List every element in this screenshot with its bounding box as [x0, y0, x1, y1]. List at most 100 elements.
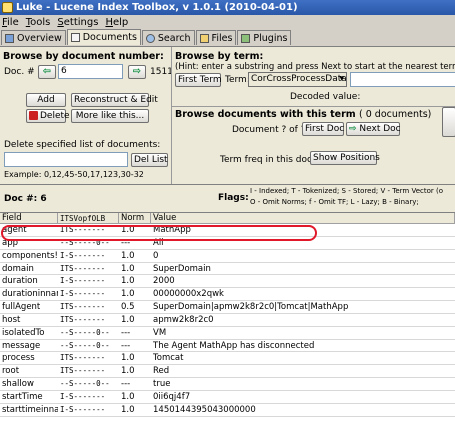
menu-bar: File Tools Settings Help	[0, 15, 455, 29]
field-name-cell: process	[2, 353, 35, 364]
tab-plugins[interactable]: Plugins	[237, 30, 292, 45]
value-cell: The Agent MathApp has disconnected	[153, 340, 315, 351]
next-doc-arrow-icon[interactable]: ⇨	[128, 65, 146, 79]
table-row[interactable]: isolatedTo --S-----0-- --- VM	[0, 327, 455, 340]
flags-cell: ITS-------	[60, 263, 106, 273]
menu-help[interactable]: Help	[105, 17, 128, 28]
table-row[interactable]: fullAgent ITS------- 0.5 SuperDomain|apmw2k…	[0, 301, 455, 314]
table-row[interactable]: startTime I-S------- 1.0 0ii6qj4f7	[0, 391, 455, 404]
next-arrow-icon: ⇨	[349, 124, 357, 134]
doc-number-input[interactable]: 6	[58, 64, 123, 79]
norm-cell: 1.0	[121, 314, 135, 325]
norm-cell: 1.0	[121, 289, 135, 300]
reconstruct-edit-button[interactable]: Reconstruct & Edit	[71, 93, 158, 107]
delete-list-example: Example: 0,12,45-50,17,123,30-32	[4, 170, 144, 179]
document-header-bar: Doc #: 6 Flags: I - Indexed; T - Tokeniz…	[0, 184, 455, 213]
tab-bar: Overview Documents Search Files Plugins	[0, 29, 455, 46]
table-row[interactable]: process ITS------- 1.0 Tomcat	[0, 352, 455, 366]
next-doc-button[interactable]: ⇨ Next Doc	[346, 122, 401, 136]
flags-cell: --S-----0--	[60, 327, 110, 337]
add-button[interactable]: Add	[26, 93, 66, 107]
table-row[interactable]: starttimeinna I-S------- 1.0 14501443950430…	[0, 404, 455, 417]
value-cell: 0	[153, 250, 159, 261]
value-cell: MathApp	[153, 225, 191, 235]
term-label: Term:	[225, 75, 250, 85]
menu-file[interactable]: File	[2, 17, 19, 28]
delete-list-input[interactable]	[4, 152, 128, 167]
value-cell: SuperDomain|apmw2k8r2c0|Tomcat|MathApp	[153, 302, 349, 313]
tab-files[interactable]: Files	[195, 30, 237, 45]
norm-cell: ---	[121, 327, 131, 338]
column-header-flags[interactable]: ITSVopfOLB	[58, 213, 119, 224]
value-cell: 00000000x2qwk	[153, 289, 224, 300]
first-doc-button[interactable]: First Doc	[302, 122, 344, 136]
overview-icon	[5, 33, 14, 43]
term-text-input[interactable]	[350, 72, 455, 87]
table-row[interactable]: shallow --S-----0-- --- true	[0, 378, 455, 391]
doc-max-label: 1511	[150, 67, 173, 77]
del-list-button[interactable]: Del List	[131, 153, 168, 167]
decoded-value-label: Decoded value:	[290, 92, 361, 102]
norm-cell: 1.0	[121, 263, 135, 274]
norm-cell: 1.0	[121, 276, 135, 287]
delete-button[interactable]: Delete	[26, 109, 70, 123]
term-field-select[interactable]: CorCrossProcessData ▾	[248, 72, 347, 87]
table-row[interactable]: message --S-----0-- --- The Agent MathApp h…	[0, 340, 455, 353]
side-action-button[interactable]	[442, 107, 455, 137]
norm-cell: 1.0	[121, 250, 135, 261]
column-header-value[interactable]: Value	[151, 213, 455, 224]
more-like-this-button[interactable]: More like this...	[71, 109, 149, 123]
documents-panel: Browse by document number: Doc. # 0 ⇦ 6 …	[0, 46, 455, 423]
tab-documents[interactable]: Documents	[66, 29, 141, 45]
first-term-button[interactable]: First Term	[175, 73, 222, 87]
norm-cell: 1.0	[121, 404, 135, 415]
flags-cell: I-S-------	[60, 289, 106, 299]
table-row[interactable]: duration I-S------- 1.0 2000	[0, 275, 455, 289]
delete-list-label: Delete specified list of documents:	[4, 140, 161, 150]
flags-cell: ITS-------	[60, 225, 106, 234]
norm-cell: 1.0	[121, 225, 135, 235]
flags-label: Flags:	[218, 193, 249, 203]
tab-search[interactable]: Search	[141, 30, 195, 45]
field-name-cell: fullAgent	[2, 302, 41, 313]
document-of-label: Document ? of ?	[232, 125, 306, 135]
value-cell: apmw2k8r2c0	[153, 314, 214, 325]
flags-cell: I-S-------	[60, 404, 106, 414]
flags-cell: ITS-------	[60, 353, 106, 363]
column-header-norm[interactable]: Norm	[119, 213, 151, 224]
divider	[172, 106, 455, 107]
table-row[interactable]: agent ITS------- 1.0 MathApp	[0, 224, 455, 237]
table-body: agent ITS------- 1.0 MathApp app --S-----0-- -…	[0, 224, 455, 417]
norm-cell: 0.5	[121, 302, 135, 313]
table-row[interactable]: root ITS------- 1.0 Red	[0, 365, 455, 379]
table-row[interactable]: domain ITS------- 1.0 SuperDomain	[0, 263, 455, 276]
browse-by-doc-panel: Browse by document number: Doc. # 0 ⇦ 6 …	[0, 47, 173, 184]
value-cell: 1450144395043000000	[153, 404, 256, 415]
value-cell: true	[153, 379, 171, 390]
value-cell: 0ii6qj4f7	[153, 391, 191, 402]
table-row[interactable]: app --S-----0-- --- All	[0, 237, 455, 250]
table-row[interactable]: host ITS------- 1.0 apmw2k8r2c0	[0, 314, 455, 327]
show-positions-button[interactable]: Show Positions	[310, 151, 380, 165]
window-title: Luke - Lucene Index Toolbox, v 1.0.1 (20…	[16, 2, 298, 13]
browse-by-term-panel: Browse by term: (Hint: enter a substring…	[171, 47, 455, 184]
window-titlebar: Luke - Lucene Index Toolbox, v 1.0.1 (20…	[0, 0, 455, 15]
plugin-icon	[241, 33, 251, 43]
prev-doc-arrow-icon[interactable]: ⇦	[38, 65, 56, 79]
search-icon	[145, 33, 155, 43]
folder-icon	[199, 33, 209, 43]
flags-cell: ITS-------	[60, 314, 106, 324]
table-row[interactable]: durationinnar I-S------- 1.0 00000000x2qwk	[0, 288, 455, 302]
menu-settings[interactable]: Settings	[57, 17, 98, 28]
tab-overview[interactable]: Overview	[1, 30, 66, 45]
column-header-field[interactable]: Field	[0, 213, 58, 224]
field-name-cell: isolatedTo	[2, 327, 45, 338]
fields-table: Field ITSVopfOLB Norm Value agent ITS----…	[0, 213, 455, 423]
field-name-cell: shallow	[2, 379, 34, 390]
table-row[interactable]: components! I-S------- 1.0 0	[0, 250, 455, 263]
field-name-cell: domain	[2, 263, 34, 274]
field-name-cell: startTime	[2, 391, 43, 402]
delete-icon	[29, 111, 38, 120]
value-cell: SuperDomain	[153, 263, 211, 274]
menu-tools[interactable]: Tools	[26, 17, 51, 28]
